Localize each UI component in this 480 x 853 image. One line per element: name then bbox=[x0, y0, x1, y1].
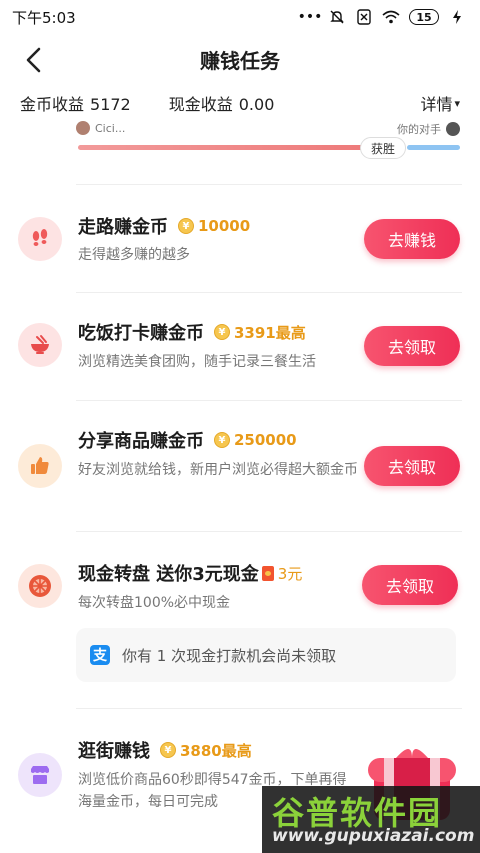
task-title-row: 吃饭打卡赚金币 ¥ 3391最高 bbox=[78, 319, 306, 345]
claim-button[interactable]: 去领取 bbox=[362, 565, 458, 605]
details-link[interactable]: 详情 ▾ bbox=[420, 86, 460, 120]
cash-earnings-value: 0.00 bbox=[238, 95, 275, 114]
cash-earnings: 现金收益 0.00 bbox=[169, 91, 275, 115]
lucky-wheel-icon bbox=[29, 575, 51, 597]
battery-icon: 15 bbox=[409, 9, 439, 25]
player-right-name: 你的对手 bbox=[397, 123, 441, 136]
watermark: 谷普软件园 www.gupuxiazai.com bbox=[262, 786, 480, 853]
competition-progress: Cici... 你的对手 获胜 bbox=[76, 120, 462, 164]
earnings-summary: 金币收益 5172 现金收益 0.00 详情 ▾ bbox=[0, 86, 480, 120]
player-left-name: Cici... bbox=[95, 121, 126, 135]
coin-icon: ¥ bbox=[160, 742, 176, 758]
coin-earnings-value: 5172 bbox=[90, 95, 131, 114]
avatar bbox=[446, 122, 460, 136]
alipay-payout-notice[interactable]: 支 你有 1 次现金打款机会尚未领取 bbox=[76, 628, 456, 682]
status-icons: ••• 15 bbox=[297, 8, 466, 26]
shop-icon bbox=[31, 766, 49, 784]
task-reward: 250000 bbox=[234, 431, 297, 449]
footprints-icon bbox=[32, 229, 48, 246]
wifi-icon bbox=[382, 8, 400, 26]
bowl-icon bbox=[31, 335, 49, 354]
task-title-row: 现金转盘 送你3元现金 3元 bbox=[78, 560, 302, 586]
task-title: 分享商品赚金币 bbox=[78, 431, 204, 452]
cash-earnings-label: 现金收益 bbox=[168, 95, 233, 114]
status-time: 下午5:03 bbox=[12, 8, 76, 27]
task-walk: 走路赚金币 ¥ 10000 走得越多赚的越多 去赚钱 bbox=[0, 185, 480, 292]
details-label: 详情 bbox=[420, 95, 453, 114]
claim-button[interactable]: 去领取 bbox=[364, 446, 460, 486]
sim-off-icon bbox=[355, 8, 373, 26]
status-bar: 下午5:03 ••• 15 bbox=[0, 0, 480, 34]
task-icon-bg bbox=[18, 564, 62, 608]
thumbs-up-icon bbox=[31, 457, 49, 474]
task-title: 逛街赚钱 bbox=[78, 741, 150, 762]
task-icon-bg bbox=[18, 323, 62, 367]
earn-money-button[interactable]: 去赚钱 bbox=[364, 219, 460, 259]
charging-icon bbox=[448, 8, 466, 26]
coin-earnings: 金币收益 5172 bbox=[20, 91, 131, 115]
task-reward: 3391最高 bbox=[234, 323, 306, 342]
app-header: 赚钱任务 bbox=[0, 34, 480, 84]
task-reward: 3880最高 bbox=[180, 741, 252, 760]
task-title: 走路赚金币 bbox=[78, 217, 168, 238]
chevron-down-icon: ▾ bbox=[454, 96, 460, 110]
task-description: 好友浏览就给钱，新用户浏览必得超大额金币 bbox=[78, 462, 358, 478]
task-description: 走得越多赚的越多 bbox=[78, 247, 190, 263]
coin-icon: ¥ bbox=[214, 324, 230, 340]
coin-earnings-label: 金币收益 bbox=[20, 95, 85, 114]
coin-icon: ¥ bbox=[178, 218, 194, 234]
avatar bbox=[76, 121, 90, 135]
task-title-row: 逛街赚钱 ¥ 3880最高 bbox=[78, 737, 252, 763]
back-arrow-icon bbox=[26, 47, 41, 73]
player-right: 你的对手 bbox=[397, 121, 460, 137]
page-title: 赚钱任务 bbox=[200, 48, 280, 73]
task-meal-checkin: 吃饭打卡赚金币 ¥ 3391最高 浏览精选美食团购，随手记录三餐生活 去领取 bbox=[0, 293, 480, 400]
coin-icon: ¥ bbox=[214, 432, 230, 448]
dots-icon: ••• bbox=[297, 9, 323, 25]
task-description: 浏览精选美食团购，随手记录三餐生活 bbox=[78, 354, 316, 370]
task-reward: 3元 bbox=[277, 564, 303, 583]
task-title-row: 分享商品赚金币 ¥ 250000 bbox=[78, 427, 297, 453]
mute-icon bbox=[328, 8, 346, 26]
player-left: Cici... bbox=[76, 121, 125, 135]
watermark-url: www.gupuxiazai.com bbox=[272, 826, 475, 846]
progress-bar-right bbox=[407, 145, 460, 150]
task-title-row: 走路赚金币 ¥ 10000 bbox=[78, 213, 250, 239]
task-title: 现金转盘 送你3元现金 bbox=[78, 564, 259, 585]
task-title: 吃饭打卡赚金币 bbox=[78, 323, 204, 344]
win-badge: 获胜 bbox=[360, 137, 406, 159]
task-share-products: 分享商品赚金币 ¥ 250000 好友浏览就给钱，新用户浏览必得超大额金币 去领… bbox=[0, 401, 480, 531]
task-icon-bg bbox=[18, 217, 62, 261]
back-button[interactable] bbox=[16, 42, 52, 78]
task-icon-bg bbox=[18, 753, 62, 797]
task-icon-bg bbox=[18, 444, 62, 488]
task-description: 每次转盘100%必中现金 bbox=[78, 595, 231, 611]
task-reward: 10000 bbox=[198, 217, 251, 235]
progress-bar-left bbox=[78, 145, 364, 150]
alipay-notice-text: 你有 1 次现金打款机会尚未领取 bbox=[122, 646, 337, 665]
alipay-icon: 支 bbox=[90, 645, 110, 665]
red-packet-icon bbox=[261, 565, 274, 581]
claim-button[interactable]: 去领取 bbox=[364, 326, 460, 366]
